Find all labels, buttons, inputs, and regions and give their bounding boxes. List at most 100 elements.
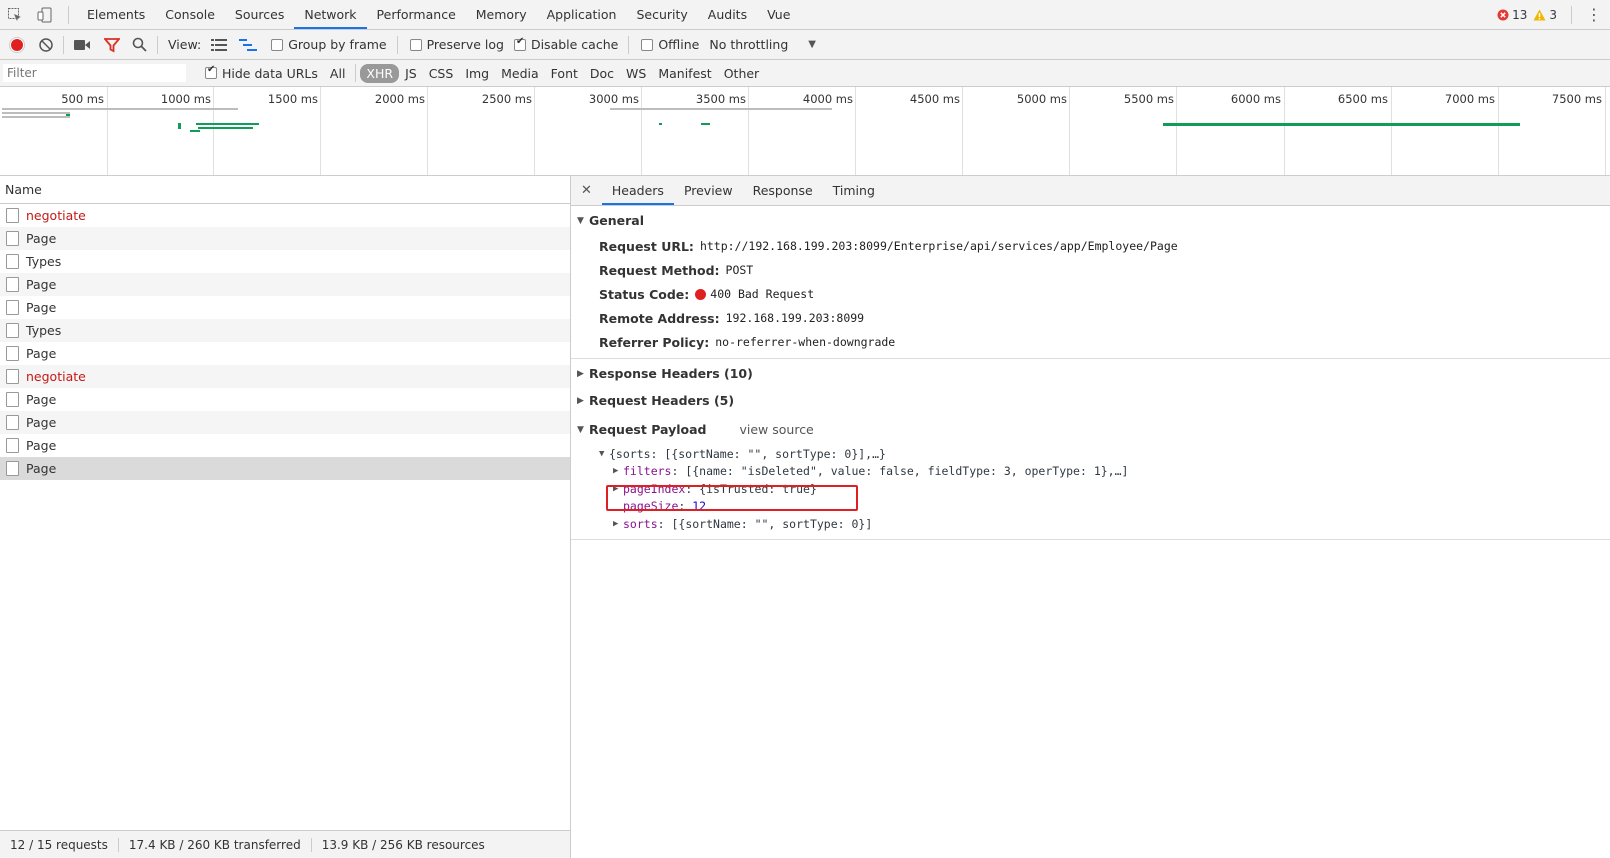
timeline-request-bar [178, 123, 181, 129]
file-icon [6, 254, 19, 269]
filter-type-js[interactable]: JS [399, 64, 423, 83]
request-row[interactable]: negotiate [0, 204, 570, 227]
triangle-right-icon: ▶ [577, 368, 584, 379]
status-code-row: Status Code: 400 Bad Request [571, 282, 1610, 306]
request-method-row: Request Method: POST [571, 258, 1610, 282]
large-rows-view-button[interactable] [211, 38, 228, 51]
view-source-link[interactable]: view source [739, 422, 813, 437]
clear-button[interactable] [39, 37, 53, 52]
tab-memory[interactable]: Memory [466, 0, 537, 29]
request-row[interactable]: Types [0, 250, 570, 273]
device-toolbar-icon[interactable] [30, 0, 60, 29]
waterfall-view-button[interactable] [239, 38, 258, 51]
triangle-down-icon: ▼ [599, 448, 605, 459]
tab-audits[interactable]: Audits [698, 0, 757, 29]
filter-type-font[interactable]: Font [545, 64, 584, 83]
capture-screenshots-button[interactable] [74, 39, 90, 51]
timeline-gridline [107, 87, 108, 175]
request-row[interactable]: Page [0, 296, 570, 319]
offline-checkbox[interactable]: Offline [641, 37, 699, 52]
payload-root-value: {sorts: [{sortName: "", sortType: 0}],…} [609, 446, 886, 461]
request-row-selected[interactable]: Page [0, 457, 570, 480]
tab-network[interactable]: Network [294, 0, 367, 29]
details-panel-bottom [571, 830, 1610, 858]
request-row[interactable]: Page [0, 434, 570, 457]
filter-type-ws[interactable]: WS [620, 64, 652, 83]
name-column-header[interactable]: Name [0, 176, 570, 204]
request-details-panel: ✕ Headers Preview Response Timing ▼ Gene… [571, 176, 1610, 830]
timeline-gridline [1284, 87, 1285, 175]
warning-counter[interactable]: 3 [1533, 8, 1557, 22]
request-method-value: POST [725, 263, 754, 277]
payload-sorts[interactable]: ▶ sorts: [{sortName: "", sortType: 0}] [599, 515, 1610, 533]
request-count: 12 / 15 requests [0, 837, 119, 852]
filter-type-other[interactable]: Other [718, 64, 766, 83]
search-button[interactable] [132, 37, 147, 52]
preserve-log-checkbox[interactable]: Preserve log [409, 37, 504, 52]
request-url-row: Request URL: http://192.168.199.203:8099… [571, 234, 1610, 258]
filter-type-manifest[interactable]: Manifest [652, 64, 717, 83]
record-button[interactable] [9, 36, 25, 53]
request-row[interactable]: Page [0, 411, 570, 434]
tab-preview[interactable]: Preview [674, 176, 743, 205]
error-counter[interactable]: 13 [1497, 8, 1527, 22]
inspect-element-icon[interactable] [0, 0, 30, 29]
hide-data-urls-label: Hide data URLs [222, 65, 318, 81]
divider [1571, 5, 1572, 24]
filter-type-img[interactable]: Img [459, 64, 495, 83]
divider [63, 35, 64, 54]
payload-root[interactable]: ▼ {sorts: [{sortName: "", sortType: 0}],… [599, 445, 1610, 463]
tab-security[interactable]: Security [626, 0, 697, 29]
tab-console[interactable]: Console [155, 0, 225, 29]
timeline-tick-label: 7500 ms [1551, 92, 1602, 106]
throttling-value: No throttling [709, 37, 789, 52]
timeline-tick-label: 2500 ms [481, 92, 532, 106]
tab-sources[interactable]: Sources [225, 0, 294, 29]
response-headers-section-header[interactable]: ▶ Response Headers (10) [571, 359, 1610, 387]
filter-type-media[interactable]: Media [495, 64, 545, 83]
request-row[interactable]: negotiate [0, 365, 570, 388]
request-row[interactable]: Page [0, 388, 570, 411]
referrer-policy-value: no-referrer-when-downgrade [715, 335, 896, 349]
tab-application[interactable]: Application [537, 0, 627, 29]
tab-timing[interactable]: Timing [823, 176, 885, 205]
warning-icon [1533, 9, 1546, 20]
filter-type-xhr[interactable]: XHR [360, 63, 400, 83]
filter-type-all[interactable]: All [324, 64, 352, 83]
throttling-select[interactable]: No throttling ▼ [709, 37, 816, 52]
payload-filters[interactable]: ▶ filters: [{name: "isDeleted", value: f… [599, 463, 1610, 481]
timeline-tick-label: 4000 ms [802, 92, 853, 106]
request-row[interactable]: Page [0, 342, 570, 365]
timeline-overview[interactable]: 500 ms 1000 ms 1500 ms 2000 ms 2500 ms 3… [0, 87, 1610, 176]
tab-response[interactable]: Response [743, 176, 823, 205]
network-status-bar: 12 / 15 requests 17.4 KB / 260 KB transf… [0, 830, 571, 858]
close-icon[interactable]: ✕ [571, 183, 602, 198]
hide-data-urls-checkbox[interactable]: Hide data URLs [205, 64, 318, 81]
filter-type-css[interactable]: CSS [423, 64, 460, 83]
payload-sorts-value: [{sortName: "", sortType: 0}] [671, 516, 873, 531]
request-payload-section-header[interactable]: ▼ Request Payload view source [571, 414, 1610, 443]
checkbox-box [271, 38, 284, 51]
filter-type-doc[interactable]: Doc [584, 64, 620, 83]
request-name: negotiate [26, 208, 86, 223]
timeline-tick-label: 6000 ms [1230, 92, 1281, 106]
disable-cache-checkbox[interactable]: Disable cache [513, 36, 618, 52]
more-options-icon[interactable]: ⋮ [1586, 5, 1602, 24]
request-row[interactable]: Page [0, 227, 570, 250]
group-by-frame-checkbox[interactable]: Group by frame [271, 37, 387, 52]
request-name: negotiate [26, 369, 86, 384]
timeline-tick-label: 5500 ms [1123, 92, 1174, 106]
tab-headers[interactable]: Headers [601, 176, 674, 205]
tab-performance[interactable]: Performance [367, 0, 466, 29]
referrer-policy-row: Referrer Policy: no-referrer-when-downgr… [571, 330, 1610, 354]
request-headers-section-header[interactable]: ▶ Request Headers (5) [571, 387, 1610, 414]
general-section-header[interactable]: ▼ General [571, 206, 1610, 234]
timeline-gridline [1605, 87, 1606, 175]
tab-vue[interactable]: Vue [757, 0, 800, 29]
request-row[interactable]: Page [0, 273, 570, 296]
request-row[interactable]: Types [0, 319, 570, 342]
tab-elements[interactable]: Elements [77, 0, 155, 29]
timeline-tick-label: 1500 ms [267, 92, 318, 106]
filter-toggle-button[interactable] [104, 37, 120, 53]
filter-input[interactable] [3, 64, 186, 82]
